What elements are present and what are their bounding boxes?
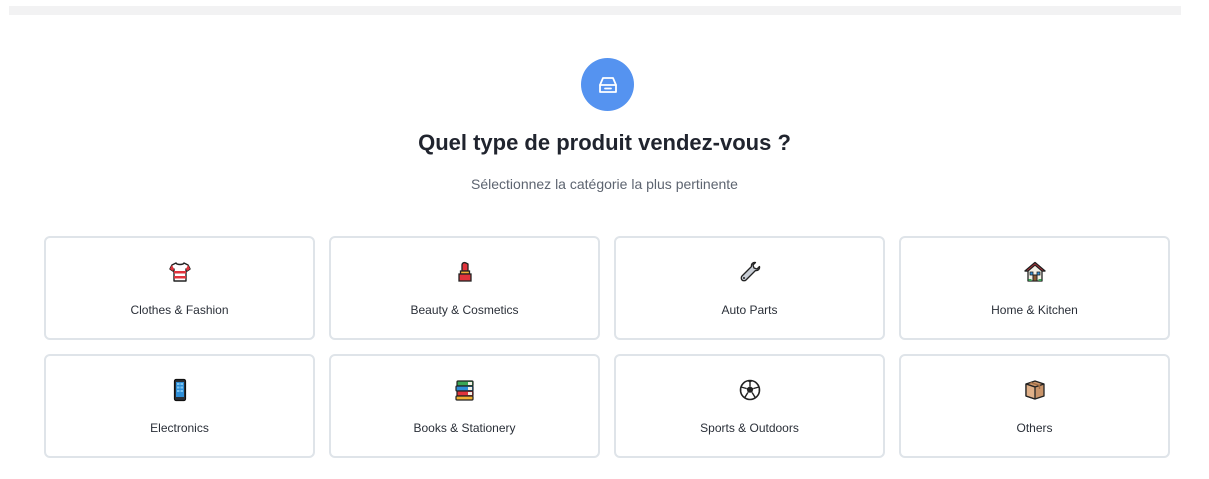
category-label: Electronics — [150, 421, 209, 435]
books-icon — [453, 378, 477, 402]
category-card-others[interactable]: Others — [899, 354, 1170, 458]
package-icon — [1023, 378, 1047, 402]
top-bar — [9, 6, 1181, 15]
category-card-books-stationery[interactable]: Books & Stationery — [329, 354, 600, 458]
mobile-phone-icon — [168, 378, 192, 402]
house-icon — [1023, 260, 1047, 284]
category-card-home-kitchen[interactable]: Home & Kitchen — [899, 236, 1170, 340]
page-subtitle: Sélectionnez la catégorie la plus pertin… — [471, 176, 738, 192]
category-label: Auto Parts — [721, 303, 778, 317]
wrench-icon — [738, 260, 762, 284]
category-card-clothes-fashion[interactable]: Clothes & Fashion — [44, 236, 315, 340]
soccer-ball-icon — [738, 378, 762, 402]
category-grid: Clothes & Fashion Beauty & Cosmetics Aut… — [44, 236, 1171, 458]
lipstick-icon — [453, 260, 477, 284]
category-label: Beauty & Cosmetics — [410, 303, 519, 317]
category-label: Others — [1016, 421, 1053, 435]
page-title: Quel type de produit vendez-vous ? — [418, 130, 791, 155]
category-card-auto-parts[interactable]: Auto Parts — [614, 236, 885, 340]
category-card-sports-outdoors[interactable]: Sports & Outdoors — [614, 354, 885, 458]
category-label: Home & Kitchen — [991, 303, 1078, 317]
category-label: Clothes & Fashion — [130, 303, 229, 317]
category-card-electronics[interactable]: Electronics — [44, 354, 315, 458]
shirt-icon — [168, 260, 192, 284]
category-card-beauty-cosmetics[interactable]: Beauty & Cosmetics — [329, 236, 600, 340]
archive-box-icon — [581, 58, 634, 111]
category-label: Books & Stationery — [413, 421, 516, 435]
category-label: Sports & Outdoors — [700, 421, 799, 435]
